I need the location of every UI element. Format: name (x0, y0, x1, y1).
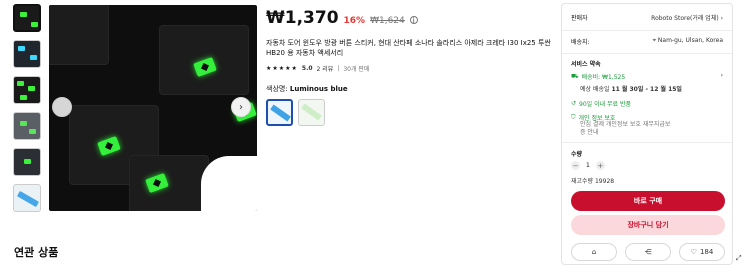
location-pin-icon: ⌖ (652, 37, 656, 44)
chevron-right-icon: › (720, 72, 723, 79)
glyph-icon (24, 159, 31, 164)
stock-label: 재고수량 19928 (571, 178, 615, 185)
price-row: ₩1,370 16% ₩1,624 i (266, 8, 556, 28)
purchase-panel: 판매자 Roboto Store(거래 업체) › 배송지: ⌖ Nam-gu,… (561, 3, 733, 265)
star-icons: ★★★★★ (266, 65, 298, 72)
key-shape (129, 155, 209, 211)
truck-icon: ⛟ (571, 72, 579, 80)
shipping-fee-row[interactable]: ⛟ 배송비: ₩1,525 › (571, 72, 723, 81)
price: ₩1,370 (266, 8, 339, 28)
prev-image-button[interactable] (52, 97, 72, 117)
eta-row: 예상 배송일 11 월 30일 - 12 월 15일 (571, 84, 723, 93)
returns-row: ↺ 90일 이내 무료 반품 (571, 99, 723, 108)
color-label: 색상명: (266, 85, 288, 93)
increase-button[interactable]: + (595, 161, 605, 170)
product-main-image (49, 5, 257, 211)
store-button[interactable]: ⌂ (571, 243, 617, 261)
rating-row: ★★★★★ 5.0 2 리뷰 | 30개 판매 (266, 64, 556, 73)
original-price: ₩1,624 (370, 16, 405, 26)
sticker-strip-icon (301, 103, 322, 121)
sticker-strip-icon (270, 104, 291, 122)
thumbnail-5[interactable] (13, 148, 41, 176)
shipping-value: ⌖ Nam-gu, Ulsan, Korea (652, 37, 723, 44)
shipping-fee: 배송비: ₩1,525 (581, 74, 626, 81)
glyph-icon (30, 55, 37, 60)
shipping-label: 배송지: (571, 39, 590, 46)
privacy-desc: 안심 결제 개인정보 보호 재무지급보증 안내 (580, 121, 671, 136)
wishlist-button[interactable]: ♡ 184 (679, 243, 725, 261)
rating-score: 5.0 (301, 65, 313, 72)
product-info: ₩1,370 16% ₩1,624 i 자동차 도어 윈도우 방광 버튼 스티커… (266, 8, 556, 126)
glyph-icon (31, 22, 38, 27)
thumbnail-4[interactable] (13, 112, 41, 140)
thumbnail-2[interactable] (13, 40, 41, 68)
returns-text: 90일 이내 무료 반품 (579, 101, 632, 108)
wishlist-count: 184 (699, 248, 714, 256)
divider (562, 53, 732, 54)
sold-count: 30개 판매 (343, 66, 370, 73)
heart-icon: ♡ (690, 248, 697, 256)
next-image-button[interactable]: › (231, 97, 251, 117)
glyph-icon (28, 86, 35, 91)
info-icon[interactable]: i (409, 16, 418, 25)
key-shape (49, 5, 109, 65)
color-value: Luminous blue (289, 85, 348, 93)
shipping-row[interactable]: 배송지: ⌖ Nam-gu, Ulsan, Korea (571, 37, 723, 46)
thumbnail-1[interactable] (13, 4, 41, 32)
buy-now-button[interactable]: 바로 구매 (571, 191, 725, 211)
glyph-icon (29, 129, 36, 134)
service-title: 서비스 약속 (571, 61, 601, 68)
seller-label: 판매자 (571, 15, 588, 22)
eta-prefix: 예상 배송일 (580, 86, 610, 93)
glyph-icon (20, 95, 27, 100)
chevron-right-icon: › (239, 101, 243, 113)
return-icon: ↺ (571, 100, 577, 107)
divider (562, 30, 732, 31)
action-buttons: ⌂ ⋲ ♡ 184 (571, 243, 725, 261)
divider (562, 142, 732, 143)
sticker-strip-icon (16, 190, 40, 208)
expand-icon[interactable]: ⤢ (736, 254, 742, 263)
review-count[interactable]: 2 리뷰 (317, 64, 334, 73)
quantity-label: 수량 (571, 151, 583, 158)
discount-badge: 16% (343, 16, 366, 26)
color-swatches (266, 99, 556, 126)
add-to-cart-button[interactable]: 장바구니 담기 (571, 215, 725, 235)
share-icon: ⋲ (644, 248, 652, 256)
thumbnail-3[interactable] (13, 76, 41, 104)
glyph-icon (20, 12, 27, 17)
eta-value: 11 월 30일 - 12 월 15일 (611, 86, 682, 93)
decrease-button[interactable]: − (571, 161, 580, 170)
glyph-icon (18, 46, 25, 51)
quantity-stepper: − 1 + (571, 161, 605, 170)
separator: | (337, 65, 340, 72)
seller-row[interactable]: 판매자 Roboto Store(거래 업체) › (571, 13, 723, 22)
swatch-luminous-blue[interactable] (266, 99, 293, 126)
swatch-luminous-green[interactable] (298, 99, 325, 126)
product-title: 자동차 도어 윈도우 방광 버튼 스티커, 현대 산타페 소나타 솔라리스 아제… (266, 39, 551, 57)
thumbnail-list (13, 4, 43, 220)
glyph-icon (20, 121, 27, 126)
image-corner (201, 156, 257, 211)
store-icon: ⌂ (591, 248, 597, 256)
quantity-value[interactable]: 1 (586, 162, 590, 169)
color-label-row: 색상명: Luminous blue (266, 84, 556, 94)
related-products-title: 연관 상품 (14, 246, 59, 259)
glyph-icon (17, 81, 24, 86)
seller-value: Roboto Store(거래 업체) › (651, 15, 723, 22)
thumbnail-6[interactable] (13, 184, 41, 212)
share-button[interactable]: ⋲ (625, 243, 671, 261)
